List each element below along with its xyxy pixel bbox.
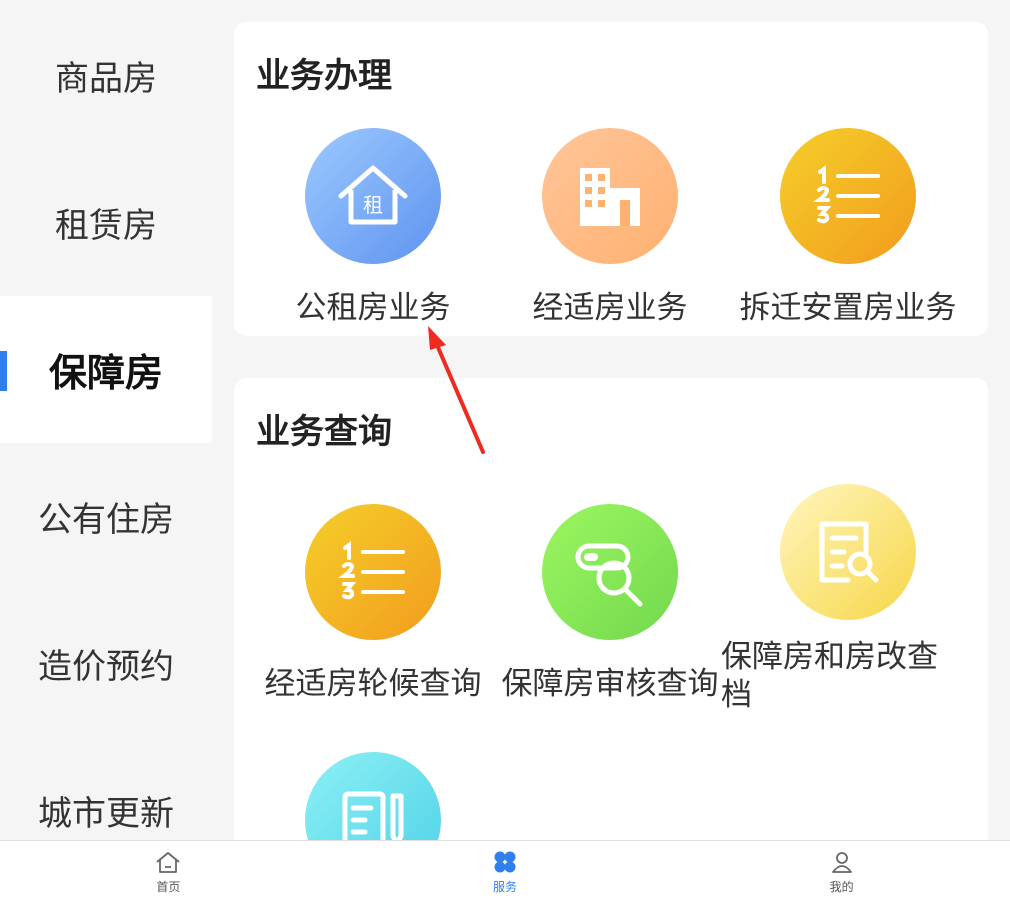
sidebar-item-public-housing[interactable]: 公有住房 [0, 443, 212, 590]
user-icon [831, 851, 852, 873]
sidebar-item-label: 保障房 [48, 351, 163, 395]
search-review-icon [542, 504, 678, 640]
tile-label: 保障房和房改查档 [721, 639, 938, 713]
nav-service[interactable]: 服务 [337, 841, 674, 903]
nav-label: 我的 [829, 879, 854, 894]
numbered-list-icon [780, 128, 916, 264]
nav-home[interactable]: 首页 [0, 841, 337, 903]
section-title: 业务查询 [256, 412, 392, 452]
tile-label: 保障房审核查询 [501, 666, 719, 702]
document-search-icon [780, 484, 916, 620]
section-title: 业务办理 [256, 56, 392, 96]
active-indicator [0, 351, 7, 391]
affordable-housing-review-query-tile[interactable]: 保障房审核查询 [491, 504, 729, 703]
service-grid-icon [494, 851, 516, 872]
public-rental-business-tile[interactable]: 租 公租房业务 [254, 128, 492, 327]
sidebar-item-affordable-housing[interactable]: 保障房 [0, 296, 212, 443]
sidebar-item-label: 租赁房 [55, 206, 157, 246]
sidebar-item-label: 商品房 [55, 59, 157, 99]
sidebar-item-rental-housing[interactable]: 租赁房 [0, 149, 212, 296]
bottom-nav: 首页 服务 我的 [0, 840, 1010, 903]
tile-label: 经适房轮候查询 [264, 666, 482, 702]
sidebar-item-cost-appointment[interactable]: 造价预约 [0, 590, 212, 737]
numbered-list-icon [305, 504, 441, 640]
business-section-card: 业务办理 租 公租房业务 经适房业务 拆迁安置房业务 [234, 22, 988, 336]
house-rent-icon: 租 [305, 128, 441, 264]
icon-text: 租 [363, 193, 383, 217]
economic-housing-business-tile[interactable]: 经适房业务 [491, 128, 729, 327]
building-icon [542, 128, 678, 264]
nav-label: 服务 [493, 879, 518, 894]
tile-label: 公租房业务 [295, 290, 451, 326]
query-section-card: 业务查询 经适房轮候查询 保障房审核查询 保障房和房改查档 [234, 378, 988, 888]
relocation-housing-business-tile[interactable]: 拆迁安置房业务 [729, 128, 967, 327]
tile-label: 拆迁安置房业务 [739, 290, 957, 326]
home-icon [156, 851, 180, 873]
economic-housing-queue-query-tile[interactable]: 经适房轮候查询 [254, 504, 492, 703]
sidebar-item-label: 公有住房 [38, 500, 174, 540]
nav-label: 首页 [156, 879, 181, 894]
sidebar-item-label: 造价预约 [38, 647, 174, 687]
housing-reform-archive-query-tile[interactable]: 保障房和房改查档 [721, 484, 967, 714]
sidebar-item-commercial-housing[interactable]: 商品房 [0, 2, 212, 149]
sidebar-item-label: 城市更新 [38, 794, 174, 834]
tile-label: 经适房业务 [532, 290, 688, 326]
category-sidebar: 商品房 租赁房 保障房 公有住房 造价预约 城市更新 [0, 0, 212, 840]
nav-mine[interactable]: 我的 [673, 841, 1010, 903]
